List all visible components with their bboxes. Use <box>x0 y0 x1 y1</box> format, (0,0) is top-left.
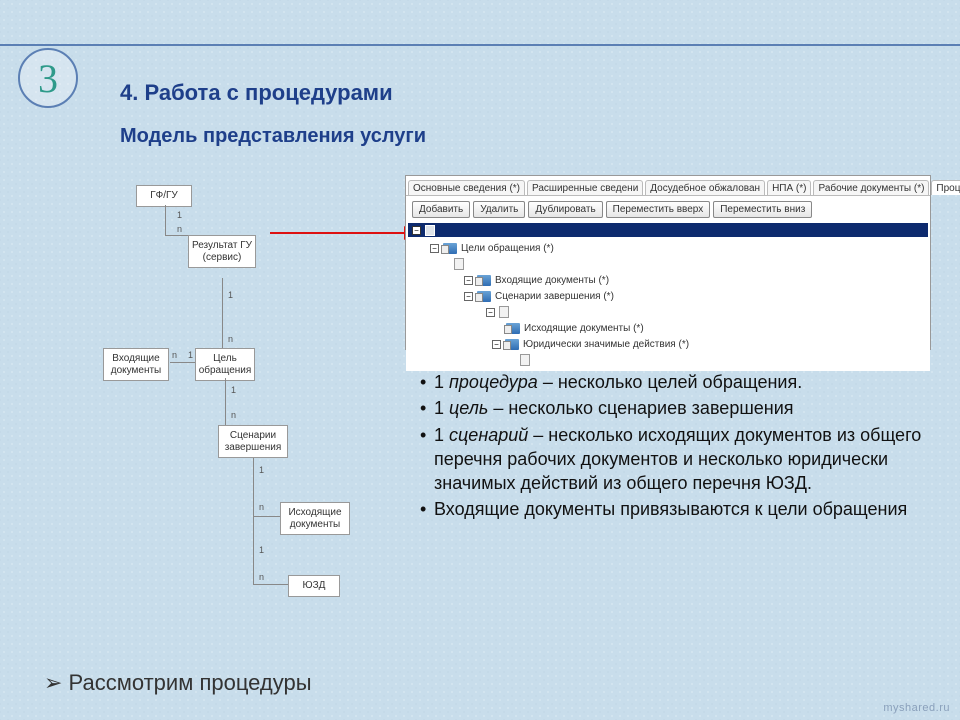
doc-icon <box>454 258 464 270</box>
node-goal: Цель обращения <box>195 348 255 381</box>
toolbar-button[interactable]: Переместить вниз <box>713 201 812 218</box>
tab[interactable]: Рабочие документы (*) <box>813 180 929 195</box>
node-outgoing: Исходящие документы <box>280 502 350 535</box>
tab[interactable]: НПА (*) <box>767 180 811 195</box>
node-incoming: Входящие документы <box>103 348 169 381</box>
node-scenarios: Сценарии завершения <box>218 425 288 458</box>
tab[interactable]: Процедуры(*) <box>931 180 960 195</box>
red-arrow <box>270 232 410 234</box>
tree-node: Сценарии завершения (*) <box>495 291 614 302</box>
header-line <box>0 44 960 46</box>
toolbar: ДобавитьУдалитьДублироватьПереместить вв… <box>406 196 930 223</box>
page-title: 4. Работа с процедурами <box>120 80 393 106</box>
tree-node: Юридически значимые действия (*) <box>523 339 689 350</box>
page-subtitle: Модель представления услуги <box>120 125 426 148</box>
bullet-text: 1 цель – несколько сценариев завершения <box>434 396 930 420</box>
watermark: myshared.ru <box>883 702 950 714</box>
tree-node: Входящие документы (*) <box>495 275 609 286</box>
tree-view: −Цели обращения (*) −Входящие документы … <box>406 237 930 371</box>
folder-icon <box>505 339 519 350</box>
bullet-text: 1 процедура – несколько целей обращения. <box>434 370 930 394</box>
doc-icon <box>520 354 530 366</box>
folder-icon <box>506 323 520 334</box>
toolbar-button[interactable]: Добавить <box>412 201 470 218</box>
node-result: Результат ГУ (сервис) <box>188 235 256 268</box>
slide-number-badge: 3 <box>18 48 78 108</box>
tree-root-bar: − <box>408 223 928 237</box>
node-gf-gu: ГФ/ГУ <box>136 185 192 207</box>
app-screenshot: Основные сведения (*)Расширенные сведени… <box>405 175 931 350</box>
tree-node: Исходящие документы (*) <box>524 323 644 334</box>
tab[interactable]: Расширенные сведени <box>527 180 643 195</box>
folder-icon <box>477 275 491 286</box>
folder-icon <box>477 291 491 302</box>
toolbar-button[interactable]: Дублировать <box>528 201 602 218</box>
toolbar-button[interactable]: Переместить вверх <box>606 201 711 218</box>
footer-note: ➢ Рассмотрим процедуры <box>44 670 312 696</box>
folder-icon <box>443 243 457 254</box>
bullet-text: 1 сценарий – несколько исходящих докумен… <box>434 423 930 496</box>
doc-icon <box>499 306 509 318</box>
toolbar-button[interactable]: Удалить <box>473 201 525 218</box>
node-uzd: ЮЗД <box>288 575 340 597</box>
tab[interactable]: Досудебное обжалован <box>645 180 765 195</box>
tab[interactable]: Основные сведения (*) <box>408 180 525 195</box>
bullet-text: Входящие документы привязываются к цели … <box>434 497 930 521</box>
bullet-list: •1 процедура – несколько целей обращения… <box>420 370 930 524</box>
tree-node: Цели обращения (*) <box>461 243 554 254</box>
tab-bar: Основные сведения (*)Расширенные сведени… <box>406 176 930 196</box>
